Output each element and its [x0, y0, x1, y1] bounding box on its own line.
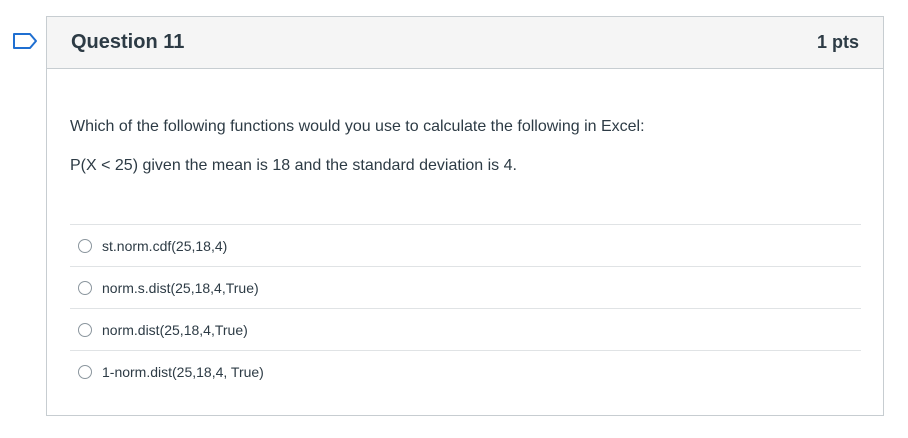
- answer-list: st.norm.cdf(25,18,4) norm.s.dist(25,18,4…: [70, 224, 861, 393]
- answer-option[interactable]: norm.s.dist(25,18,4,True): [70, 267, 861, 309]
- radio-button-icon[interactable]: [78, 238, 92, 253]
- question-prompt: Which of the following functions would y…: [70, 118, 645, 135]
- answer-option[interactable]: 1-norm.dist(25,18,4, True): [70, 351, 861, 393]
- answer-option[interactable]: st.norm.cdf(25,18,4): [70, 225, 861, 267]
- radio-button-icon[interactable]: [78, 365, 92, 379]
- answer-label: 1-norm.dist(25,18,4, True): [102, 364, 264, 380]
- answer-label: norm.s.dist(25,18,4,True): [102, 279, 259, 296]
- answer-label: norm.dist(25,18,4,True): [102, 321, 248, 338]
- answer-label: st.norm.cdf(25,18,4): [102, 237, 228, 254]
- radio-button-icon[interactable]: [78, 322, 92, 337]
- question-body: Which of the following functions would y…: [47, 69, 883, 393]
- answer-option[interactable]: norm.dist(25,18,4,True): [70, 309, 861, 351]
- question-prompt-detail: P(X < 25) given the mean is 18 and the s…: [70, 157, 517, 174]
- bookmark-flag-icon[interactable]: [12, 32, 38, 50]
- question-header: Question 11 1 pts: [47, 17, 883, 69]
- radio-button-icon[interactable]: [78, 280, 92, 295]
- question-points: 1 pts: [816, 32, 859, 52]
- question-card: Question 11 1 pts Which of the following…: [46, 16, 884, 416]
- question-title: Question 11: [71, 31, 185, 53]
